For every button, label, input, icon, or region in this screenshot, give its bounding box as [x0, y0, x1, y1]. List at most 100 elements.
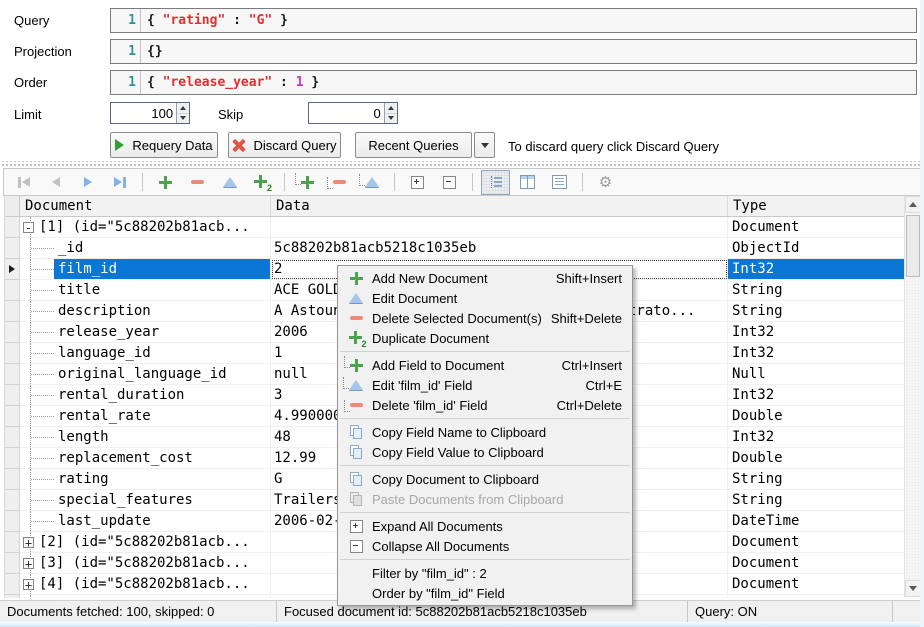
document-cell[interactable]: last_update	[20, 511, 271, 532]
row-selector[interactable]	[5, 364, 20, 385]
type-cell[interactable]: Int32	[728, 259, 904, 280]
delete-document-button[interactable]	[183, 170, 212, 195]
row-selector[interactable]	[5, 595, 20, 598]
row-selector[interactable]	[5, 469, 20, 490]
edit-document-button[interactable]	[215, 170, 244, 195]
type-cell[interactable]: Null	[728, 364, 904, 385]
column-header-data[interactable]: Data	[271, 196, 728, 216]
type-cell[interactable]: Document	[728, 574, 904, 595]
document-cell[interactable]: film_id	[20, 259, 271, 280]
type-cell[interactable]: Int32	[728, 385, 904, 406]
row-selector[interactable]	[5, 280, 20, 301]
menu-item-collapse-all-documents[interactable]: Collapse All Documents	[338, 536, 632, 556]
row-selector[interactable]	[5, 322, 20, 343]
last-record-button[interactable]	[105, 170, 134, 195]
query-editor[interactable]: 1 { "rating" : "G" }	[110, 8, 917, 33]
type-cell[interactable]: String	[728, 280, 904, 301]
type-cell[interactable]: Int32	[728, 343, 904, 364]
data-cell[interactable]	[271, 217, 728, 238]
menu-item-add-field-to-document[interactable]: Add Field to DocumentCtrl+Insert	[338, 355, 632, 375]
menu-item-copy-field-value-to-clipboard[interactable]: Copy Field Value to Clipboard	[338, 442, 632, 462]
menu-item-edit-document[interactable]: Edit Document	[338, 288, 632, 308]
expand-all-button[interactable]	[403, 170, 432, 195]
menu-item-expand-all-documents[interactable]: Expand All Documents	[338, 516, 632, 536]
row-selector[interactable]	[5, 427, 20, 448]
row-selector[interactable]	[5, 217, 20, 238]
row-selector[interactable]	[5, 511, 20, 532]
type-cell[interactable]: ObjectId	[728, 238, 904, 259]
expand-toggle-icon[interactable]: +	[23, 558, 34, 569]
expand-toggle-icon[interactable]: +	[23, 579, 34, 590]
document-cell[interactable]: +[2] (id="5c88202b81acb...	[20, 532, 271, 553]
type-cell[interactable]: String	[728, 490, 904, 511]
document-cell[interactable]: _id	[20, 238, 271, 259]
document-cell[interactable]: rental_duration	[20, 385, 271, 406]
document-cell[interactable]: -[1] (id="5c88202b81acb...	[20, 217, 271, 238]
row-selector[interactable]	[5, 259, 20, 280]
limit-up-button[interactable]	[177, 103, 189, 114]
type-cell[interactable]: Double	[728, 448, 904, 469]
row-selector[interactable]	[5, 385, 20, 406]
menu-item-add-new-document[interactable]: Add New DocumentShift+Insert	[338, 268, 632, 288]
row-selector[interactable]	[5, 343, 20, 364]
next-record-button[interactable]	[73, 170, 102, 195]
column-header-type[interactable]: Type	[728, 196, 904, 216]
settings-button[interactable]: ⚙	[591, 170, 620, 195]
menu-item-delete-selected-documents[interactable]: Delete Selected Document(s)Shift+Delete	[338, 308, 632, 328]
document-cell[interactable]: title	[20, 280, 271, 301]
document-cell[interactable]: release_year	[20, 322, 271, 343]
row-selector[interactable]	[5, 553, 20, 574]
row-selector[interactable]	[5, 238, 20, 259]
document-cell[interactable]: +[3] (id="5c88202b81acb...	[20, 553, 271, 574]
menu-item-edit-film-id-field[interactable]: Edit 'film_id' FieldCtrl+E	[338, 375, 632, 395]
type-cell[interactable]: Document	[728, 595, 904, 598]
type-cell[interactable]: Double	[728, 406, 904, 427]
limit-down-button[interactable]	[177, 114, 189, 124]
menu-item-copy-document-to-clipboard[interactable]: Copy Document to Clipboard	[338, 469, 632, 489]
type-cell[interactable]: String	[728, 301, 904, 322]
table-row[interactable]: _id5c88202b81acb5218c1035ebObjectId	[5, 238, 904, 259]
menu-item-filter-by-film-id[interactable]: Filter by "film_id" : 2	[338, 563, 632, 583]
vertical-scrollbar[interactable]	[904, 196, 921, 597]
skip-input[interactable]	[309, 103, 384, 123]
document-cell[interactable]: special_features	[20, 490, 271, 511]
menu-item-delete-film-id-field[interactable]: Delete 'film_id' FieldCtrl+Delete	[338, 395, 632, 415]
type-cell[interactable]: Document	[728, 217, 904, 238]
document-cell[interactable]: language_id	[20, 343, 271, 364]
tree-view-button[interactable]	[481, 170, 510, 195]
table-row[interactable]: -[1] (id="5c88202b81acb... Document	[5, 217, 904, 238]
column-header-document[interactable]: Document	[20, 196, 271, 216]
skip-up-button[interactable]	[385, 103, 397, 114]
collapse-toggle-icon[interactable]: -	[23, 222, 34, 233]
type-cell[interactable]: String	[728, 469, 904, 490]
row-selector[interactable]	[5, 406, 20, 427]
edit-field-button[interactable]	[357, 170, 386, 195]
duplicate-document-button[interactable]: 2	[247, 170, 276, 195]
menu-item-order-by-film-id-field[interactable]: Order by "film_id" Field	[338, 583, 632, 603]
row-selector[interactable]	[5, 301, 20, 322]
type-cell[interactable]: Document	[728, 532, 904, 553]
add-document-button[interactable]	[151, 170, 180, 195]
expand-toggle-icon[interactable]: +	[23, 537, 34, 548]
delete-field-button[interactable]	[325, 170, 354, 195]
requery-data-button[interactable]: Requery Data	[110, 132, 218, 158]
previous-record-button[interactable]	[41, 170, 70, 195]
first-record-button[interactable]	[9, 170, 38, 195]
type-cell[interactable]: DateTime	[728, 511, 904, 532]
recent-queries-button[interactable]: Recent Queries	[355, 132, 472, 158]
document-cell[interactable]: +[4] (id="5c88202b81acb...	[20, 574, 271, 595]
document-cell[interactable]: description	[20, 301, 271, 322]
row-selector[interactable]	[5, 574, 20, 595]
discard-query-button[interactable]: Discard Query	[228, 132, 341, 158]
add-field-button[interactable]	[293, 170, 322, 195]
scroll-down-button[interactable]	[905, 580, 921, 597]
document-cell[interactable]: original_language_id	[20, 364, 271, 385]
skip-down-button[interactable]	[385, 114, 397, 124]
scrollbar-thumb[interactable]	[906, 215, 920, 277]
document-cell[interactable]: rating	[20, 469, 271, 490]
row-selector[interactable]	[5, 490, 20, 511]
type-cell[interactable]: Int32	[728, 427, 904, 448]
text-view-button[interactable]	[545, 170, 574, 195]
collapse-all-button[interactable]	[435, 170, 464, 195]
data-cell[interactable]: 5c88202b81acb5218c1035eb	[271, 238, 728, 259]
